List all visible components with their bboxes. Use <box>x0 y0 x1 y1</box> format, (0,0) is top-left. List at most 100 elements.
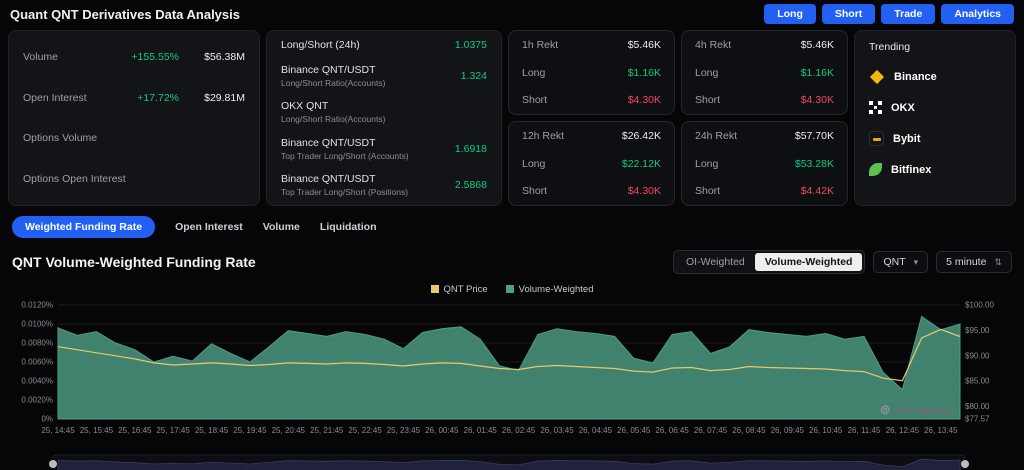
analytics-button[interactable]: Analytics <box>941 4 1014 24</box>
trending-item-label: Bybit <box>893 133 921 145</box>
stat-label: Options Volume <box>23 132 179 144</box>
tab-liquidation[interactable]: Liquidation <box>320 221 377 233</box>
ratio-value: 1.0375 <box>455 39 487 51</box>
coinglass-logo-icon: ⊚ <box>880 402 891 417</box>
svg-text:0.0080%: 0.0080% <box>21 339 53 348</box>
page-title: Quant QNT Derivatives Data Analysis <box>10 7 240 22</box>
rekt-short-label: Short <box>695 94 720 106</box>
rekt-label: 12h Rekt <box>522 130 564 142</box>
tab-open-interest[interactable]: Open Interest <box>175 221 243 233</box>
svg-text:25, 21:45: 25, 21:45 <box>310 426 344 435</box>
ratio-subtitle: Top Trader Long/Short (Accounts) <box>281 151 455 161</box>
okx-icon <box>869 101 882 114</box>
rekt-label: 4h Rekt <box>695 39 731 51</box>
rekt-card-4h: 4h Rekt$5.46K Long$1.16K Short$4.30K <box>681 30 848 115</box>
chart-navigator[interactable] <box>0 452 1024 470</box>
chevron-down-icon: ▾ <box>914 257 919 268</box>
bybit-icon <box>869 131 884 146</box>
rekt-label: 1h Rekt <box>522 39 558 51</box>
rekt-grid: 1h Rekt $5.46K Long $1.16K Short $4.30K 4h … <box>508 30 848 206</box>
price-swatch-icon <box>431 285 439 293</box>
rekt-card-24h: 24h Rekt$57.70K Long$53.28K Short$4.42K <box>681 121 848 206</box>
ratio-row: Binance QNT/USDT Top Trader Long/Short (… <box>281 137 487 161</box>
volume-stats-card: Volume +155.55% $56.38M Open Interest +1… <box>8 30 260 206</box>
rekt-label: 24h Rekt <box>695 130 737 142</box>
rekt-short-value: $4.42K <box>801 185 834 197</box>
long-button[interactable]: Long <box>764 4 816 24</box>
chart-controls: OI-Weighted Volume-Weighted QNT ▾ 5 minu… <box>673 250 1012 274</box>
stat-value: $56.38M <box>195 51 245 63</box>
top-buttons: Long Short Trade Analytics <box>764 4 1014 24</box>
svg-text:26, 09:45: 26, 09:45 <box>771 426 805 435</box>
up-down-arrows-icon: ⇅ <box>994 257 1002 268</box>
rekt-card-12h: 12h Rekt$26.42K Long$22.12K Short$4.30K <box>508 121 675 206</box>
trending-item-binance[interactable]: Binance <box>869 61 1001 92</box>
weighting-toggle: OI-Weighted Volume-Weighted <box>673 250 865 274</box>
trending-item-bitfinex[interactable]: Bitfinex <box>869 154 1001 185</box>
trending-item-bybit[interactable]: Bybit <box>869 123 1001 154</box>
svg-text:25, 22:45: 25, 22:45 <box>348 426 382 435</box>
svg-text:26, 06:45: 26, 06:45 <box>655 426 689 435</box>
svg-text:0.0060%: 0.0060% <box>21 358 53 367</box>
rekt-long-label: Long <box>522 67 545 79</box>
tab-volume[interactable]: Volume <box>263 221 300 233</box>
svg-text:26, 10:45: 26, 10:45 <box>809 426 843 435</box>
rekt-short-label: Short <box>522 94 547 106</box>
volume-weighted-option[interactable]: Volume-Weighted <box>755 253 863 271</box>
ratio-row: OKX QNT Long/Short Ratio(Accounts) <box>281 100 487 124</box>
rekt-long-value: $53.28K <box>795 158 834 170</box>
svg-text:26, 13:45: 26, 13:45 <box>924 426 958 435</box>
svg-text:26, 11:45: 26, 11:45 <box>848 426 881 435</box>
stat-value: $29.81M <box>195 92 245 104</box>
rekt-long-value: $1.16K <box>628 67 661 79</box>
legend-item-volume-weighted[interactable]: Volume-Weighted <box>506 284 594 295</box>
svg-text:25, 18:45: 25, 18:45 <box>195 426 229 435</box>
watermark: ⊚coinglass <box>880 402 954 418</box>
oi-weighted-option[interactable]: OI-Weighted <box>676 253 755 271</box>
svg-text:0%: 0% <box>41 415 53 424</box>
rekt-short-value: $4.30K <box>628 185 661 197</box>
trending-item-okx[interactable]: OKX <box>869 92 1001 123</box>
trending-item-label: OKX <box>891 102 915 114</box>
rekt-total: $5.46K <box>801 39 834 51</box>
svg-text:26, 07:45: 26, 07:45 <box>694 426 728 435</box>
rekt-total: $26.42K <box>622 130 661 142</box>
legend-label: QNT Price <box>444 284 488 295</box>
svg-text:$80.00: $80.00 <box>965 402 990 411</box>
svg-text:0.0040%: 0.0040% <box>21 377 53 386</box>
legend-label: Volume-Weighted <box>519 284 594 295</box>
short-button[interactable]: Short <box>822 4 875 24</box>
funding-chart-svg[interactable]: 0.0120%0.0100%0.0080%0.0060%0.0040%0.002… <box>8 297 1016 447</box>
interval-select[interactable]: 5 minute ⇅ <box>936 251 1012 273</box>
ratio-value: 2.5868 <box>455 179 487 191</box>
stat-percent: +17.72% <box>137 92 179 104</box>
chart-tabs: Weighted Funding Rate Open Interest Volu… <box>0 206 1024 238</box>
funding-rate-chart[interactable]: 0.0120%0.0100%0.0080%0.0060%0.0040%0.002… <box>0 295 1024 452</box>
svg-text:25, 16:45: 25, 16:45 <box>118 426 152 435</box>
legend-item-price[interactable]: QNT Price <box>431 284 488 295</box>
svg-text:$95.00: $95.00 <box>965 326 990 335</box>
stat-row-volume: Volume +155.55% $56.38M <box>23 51 245 63</box>
svg-text:25, 19:45: 25, 19:45 <box>233 426 267 435</box>
ratio-row: Long/Short (24h) 1.0375 <box>281 39 487 51</box>
stat-label: Open Interest <box>23 92 137 104</box>
svg-text:26, 04:45: 26, 04:45 <box>579 426 613 435</box>
stat-percent: +155.55% <box>131 51 179 63</box>
svg-text:$100.00: $100.00 <box>965 301 994 310</box>
trade-button[interactable]: Trade <box>881 4 935 24</box>
top-bar: Quant QNT Derivatives Data Analysis Long… <box>0 0 1024 26</box>
tab-weighted-funding-rate[interactable]: Weighted Funding Rate <box>12 216 155 238</box>
symbol-select[interactable]: QNT ▾ <box>873 251 928 273</box>
svg-text:$77.57: $77.57 <box>965 415 990 424</box>
stat-row-options-open-interest: Options Open Interest <box>23 173 245 185</box>
navigator-svg[interactable] <box>8 454 1016 470</box>
stat-label: Volume <box>23 51 131 63</box>
rekt-short-value: $4.30K <box>628 94 661 106</box>
ratio-title: Binance QNT/USDT <box>281 137 455 149</box>
svg-text:0.0020%: 0.0020% <box>21 396 53 405</box>
ratio-title: Long/Short (24h) <box>281 39 455 51</box>
svg-text:26, 00:45: 26, 00:45 <box>425 426 459 435</box>
ratio-row: Binance QNT/USDT Long/Short Ratio(Accoun… <box>281 64 487 88</box>
ratio-subtitle: Long/Short Ratio(Accounts) <box>281 114 487 124</box>
svg-text:$90.00: $90.00 <box>965 351 990 360</box>
